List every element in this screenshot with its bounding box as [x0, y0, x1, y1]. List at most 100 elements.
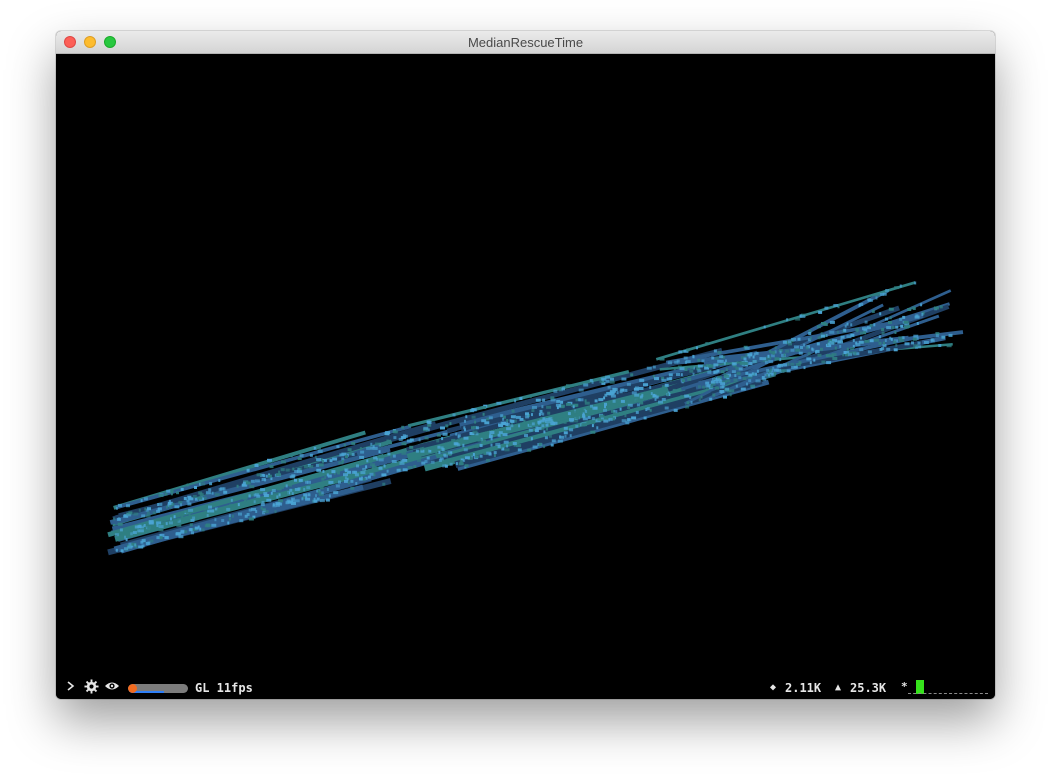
point-speck	[767, 354, 770, 358]
gear-icon[interactable]	[84, 679, 99, 697]
svg-text:*: *	[901, 680, 908, 692]
point-speck	[546, 420, 551, 424]
point-speck	[821, 360, 826, 364]
point-speck	[294, 488, 300, 491]
point-speck	[862, 327, 867, 331]
point-speck	[603, 419, 609, 423]
point-speck	[444, 464, 447, 468]
point-speck	[314, 499, 317, 503]
point-speck	[164, 536, 169, 540]
point-speck	[326, 488, 329, 491]
point-speck	[140, 540, 144, 544]
point-speck	[439, 457, 444, 461]
point-speck	[510, 415, 516, 419]
point-speck	[328, 480, 334, 484]
point-speck	[409, 424, 411, 427]
point-speck	[145, 514, 151, 518]
point-speck	[316, 458, 322, 462]
point-speck	[355, 482, 358, 486]
point-speck	[658, 400, 663, 404]
point-speck	[463, 436, 469, 440]
point-speck	[290, 454, 293, 457]
point-speck	[807, 352, 811, 356]
point-speck	[916, 337, 919, 341]
point-speck	[373, 456, 378, 460]
point-speck	[211, 491, 214, 495]
point-speck	[124, 547, 128, 551]
point-speck	[859, 302, 864, 306]
point-speck	[612, 399, 616, 403]
eye-icon[interactable]	[104, 680, 120, 695]
point-speck	[276, 495, 279, 499]
point-speck	[146, 511, 150, 515]
point-speck	[315, 446, 321, 450]
point-speck	[748, 355, 751, 359]
point-speck	[449, 462, 453, 466]
point-speck	[575, 398, 578, 402]
point-speck	[881, 328, 885, 331]
title-bar[interactable]: MedianRescueTime	[56, 31, 995, 54]
point-speck	[184, 530, 188, 534]
point-speck	[793, 345, 799, 349]
point-speck	[913, 344, 919, 348]
point-speck	[800, 346, 803, 349]
point-speck	[636, 403, 640, 407]
point-speck	[280, 460, 286, 464]
point-speck	[690, 366, 695, 370]
point-speck	[831, 353, 837, 356]
point-speck	[448, 451, 453, 455]
point-cloud-render[interactable]	[56, 54, 995, 676]
point-speck	[328, 494, 331, 498]
point-speck	[453, 442, 458, 446]
point-speck	[325, 498, 330, 502]
point-speck	[546, 405, 552, 409]
point-speck	[554, 416, 557, 420]
point-speck	[912, 307, 916, 310]
point-speck	[198, 491, 203, 495]
point-speck	[140, 499, 143, 503]
point-speck	[464, 456, 470, 460]
point-speck	[332, 457, 338, 461]
command-input[interactable]	[908, 680, 988, 694]
point-speck	[664, 406, 669, 410]
point-speck	[572, 405, 575, 409]
app-window: MedianRescueTime GL 11fps ◆ 2.11K ▲ 25.3…	[56, 31, 995, 699]
point-speck	[749, 362, 753, 365]
point-speck	[378, 466, 383, 470]
point-speck	[793, 365, 798, 369]
point-speck	[731, 370, 736, 374]
point-speck	[166, 489, 171, 493]
point-speck	[350, 479, 354, 483]
point-speck	[790, 362, 795, 366]
point-speck	[867, 350, 872, 354]
point-speck	[551, 439, 556, 443]
point-speck	[734, 374, 737, 378]
point-speck	[895, 343, 898, 347]
point-speck	[867, 298, 872, 302]
point-speck	[249, 485, 255, 489]
3d-viewport[interactable]	[56, 54, 995, 676]
point-speck	[834, 346, 837, 350]
point-speck	[904, 342, 910, 346]
point-speck	[114, 533, 119, 537]
point-speck	[888, 307, 894, 311]
point-speck	[652, 365, 656, 369]
point-speck	[552, 421, 558, 425]
point-speck	[898, 336, 903, 340]
point-speck	[170, 517, 172, 521]
point-speck	[305, 480, 309, 484]
point-speck	[402, 458, 408, 462]
chevron-right-icon[interactable]	[66, 679, 76, 696]
point-speck	[420, 447, 424, 451]
point-speck	[544, 420, 547, 423]
point-speck	[749, 352, 753, 356]
point-speck	[218, 487, 222, 491]
point-speck	[569, 428, 574, 432]
point-speck	[326, 473, 329, 477]
point-speck	[209, 482, 213, 486]
point-speck	[745, 371, 749, 375]
point-speck	[783, 353, 786, 357]
point-speck	[269, 465, 274, 469]
point-speck	[744, 362, 748, 365]
point-speck	[442, 432, 448, 436]
